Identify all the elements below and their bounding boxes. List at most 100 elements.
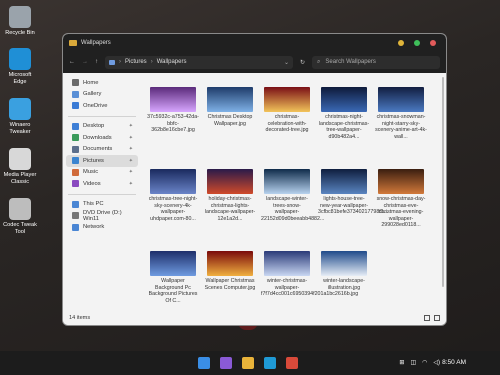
pin-icon: ✦	[128, 180, 133, 187]
wifi-icon[interactable]: ◠	[422, 359, 427, 366]
clock[interactable]: 8:50 AM	[442, 359, 466, 366]
nav-item-icon	[72, 102, 79, 110]
file-item[interactable]: christmas-tree-night-sky-scenery-4k-wall…	[147, 169, 199, 222]
close-button[interactable]	[430, 39, 436, 46]
store-icon[interactable]	[286, 357, 298, 369]
folder-icon	[69, 39, 77, 46]
nav-item-music[interactable]: Music ✦	[66, 167, 138, 179]
start-icon[interactable]	[198, 357, 210, 369]
chevron-down-icon[interactable]: ⌄	[284, 59, 289, 66]
app-icon-tray[interactable]: ⊞	[399, 359, 404, 366]
pin-icon: ✦	[128, 169, 133, 176]
image-thumbnail	[321, 169, 367, 194]
picture-folder-icon	[109, 59, 115, 65]
nav-item-onedrive[interactable]: OneDrive	[66, 100, 138, 112]
up-arrow-icon[interactable]: ↑	[95, 59, 98, 65]
nav-item-label: Home	[83, 79, 99, 86]
maximize-button[interactable]	[414, 39, 420, 46]
file-name: christmas-snowman-night-starry-sky-scene…	[375, 114, 427, 140]
file-item[interactable]: snow-christmas-day-christmas-eve-christm…	[375, 169, 427, 229]
pin-icon: ✦	[128, 123, 133, 130]
minimize-button[interactable]	[398, 39, 404, 46]
nav-item-icon	[72, 200, 79, 208]
file-item[interactable]: christmas-snowman-night-starry-sky-scene…	[375, 87, 427, 140]
file-explorer-icon[interactable]	[242, 357, 254, 369]
search-box[interactable]: ⌕ Search Wallpapers	[312, 55, 440, 69]
nav-item-label: Pictures	[83, 157, 104, 164]
desktop-icon[interactable]: Winaero Tweaker	[2, 98, 38, 136]
file-item[interactable]: holiday-christmas-christmas-lights-lands…	[204, 169, 256, 222]
file-name: christmas-night-landscape-christmas-tree…	[318, 114, 370, 140]
file-name: Christmas Desktop Wallpaper.jpg	[207, 114, 253, 127]
refresh-icon[interactable]: ↻	[300, 59, 305, 66]
file-item[interactable]: Wallpaper Christmas Scenes Computer.jpg	[204, 251, 256, 291]
file-item[interactable]: winter-christmas-wallpaper-f7f7d4cc001c6…	[261, 251, 358, 298]
desktop-app-icon	[9, 6, 31, 28]
nav-item-dvd-drive-d-win11[interactable]: DVD Drive (D:) Win11	[66, 210, 138, 222]
desktop-icon-label: Winaero Tweaker	[9, 122, 31, 135]
nav-item-label: This PC	[83, 201, 104, 208]
file-item[interactable]: landscape-winter-trees-snow-wallpaper-22…	[261, 169, 324, 222]
nav-item-desktop[interactable]: Desktop ✦	[66, 121, 138, 133]
image-thumbnail	[207, 87, 253, 112]
nav-item-label: Network	[83, 224, 105, 231]
details-view-icon[interactable]	[424, 315, 430, 321]
breadcrumb-pictures[interactable]: Pictures	[125, 59, 147, 65]
nav-item-icon	[72, 223, 79, 231]
nav-item-network[interactable]: Network	[66, 222, 138, 234]
image-thumbnail	[264, 169, 310, 194]
nav-item-home[interactable]: Home	[66, 77, 138, 89]
nav-item-icon	[72, 90, 79, 98]
file-item[interactable]: winter-landscape-illustration.jpg	[318, 251, 370, 291]
nav-item-pictures[interactable]: Pictures ✦	[66, 155, 138, 167]
image-thumbnail	[321, 87, 367, 112]
file-item[interactable]: Wallpaper Background Pc Background Pictu…	[147, 251, 199, 304]
nav-item-icon	[72, 122, 79, 130]
file-item[interactable]: lights-house-tree-new-year-wallpaper-3cf…	[318, 169, 388, 216]
image-thumbnail	[264, 251, 310, 276]
address-bar[interactable]: › Pictures › Wallpapers ⌄	[105, 55, 293, 69]
nav-item-documents[interactable]: Documents ✦	[66, 144, 138, 156]
file-item[interactable]: Christmas Desktop Wallpaper.jpg	[204, 87, 256, 127]
file-item[interactable]: christmas-celebration-with-decorated-tre…	[261, 87, 313, 134]
search-icon: ⌕	[317, 58, 321, 65]
nav-item-label: Downloads	[83, 134, 112, 141]
chat-icon[interactable]: ◫	[410, 359, 416, 366]
pin-icon: ✦	[128, 146, 133, 153]
scrollbar[interactable]	[442, 77, 444, 287]
volume-icon[interactable]: ◁)	[433, 359, 440, 366]
desktop-app-icon	[9, 198, 31, 220]
desktop-icon[interactable]: Recycle Bin	[2, 6, 38, 37]
desktop-icon-label: Codec Tweak Tool	[3, 222, 37, 235]
navigation-pane: Home Gallery OneDrive Desktop ✦ Download…	[63, 73, 141, 311]
desktop-icon[interactable]: Media Player Classic	[2, 148, 38, 186]
forward-arrow-icon[interactable]: →	[82, 59, 88, 65]
desktop-icon-label: Recycle Bin	[5, 30, 35, 36]
nav-item-label: Gallery	[83, 91, 102, 98]
nav-item-videos[interactable]: Videos ✦	[66, 178, 138, 190]
system-tray[interactable]: ⊞ ◫ ◠ ◁)	[399, 359, 440, 366]
pin-icon: ✦	[128, 157, 133, 164]
nav-item-icon	[72, 212, 79, 220]
desktop-icon[interactable]: Codec Tweak Tool	[2, 198, 38, 236]
file-name: Wallpaper Background Pc Background Pictu…	[148, 278, 198, 304]
nav-item-downloads[interactable]: Downloads ✦	[66, 132, 138, 144]
file-grid: 37c5932c-a753-42da-bbfc-362b8e16cbe7.jpg…	[141, 73, 446, 311]
file-name: christmas-celebration-with-decorated-tre…	[265, 114, 309, 133]
nav-item-label: Videos	[83, 180, 101, 187]
nav-item-this-pc[interactable]: This PC	[66, 199, 138, 211]
taskbar: ⊞ ◫ ◠ ◁) 8:50 AM	[0, 351, 500, 375]
file-item[interactable]: christmas-night-landscape-christmas-tree…	[318, 87, 370, 140]
nav-item-icon	[72, 157, 79, 165]
file-item[interactable]: 37c5932c-a753-42da-bbfc-362b8e16cbe7.jpg	[147, 87, 199, 134]
nav-item-gallery[interactable]: Gallery	[66, 89, 138, 101]
desktop-app-icon	[9, 98, 31, 120]
breadcrumb-wallpapers[interactable]: Wallpapers	[157, 59, 187, 65]
tiles-view-icon[interactable]	[434, 315, 440, 321]
back-arrow-icon[interactable]: ←	[69, 59, 75, 65]
address-toolbar: ← → ↑ › Pictures › Wallpapers ⌄ ↻ ⌕ Sear…	[63, 51, 446, 73]
edge-icon[interactable]	[264, 357, 276, 369]
desktop-icon[interactable]: Microsoft Edge	[2, 48, 38, 86]
window-title: Wallpapers	[81, 39, 111, 46]
copilot-icon[interactable]	[220, 357, 232, 369]
